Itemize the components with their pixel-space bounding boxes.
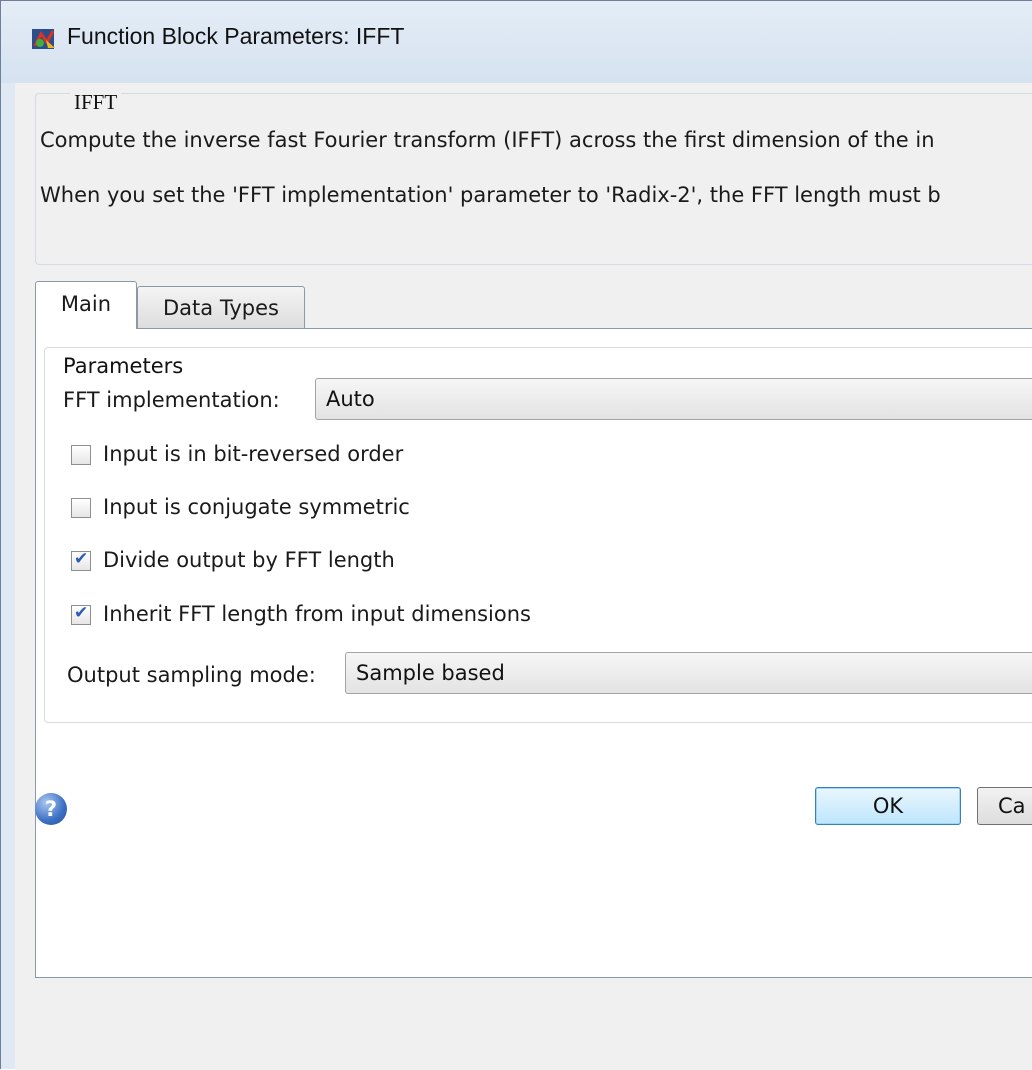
- ok-button[interactable]: OK: [815, 787, 961, 825]
- output-sampling-mode-dropdown[interactable]: Sample based: [345, 652, 1032, 694]
- window-title: Function Block Parameters: IFFT: [67, 23, 405, 49]
- description-line-1: Compute the inverse fast Fourier transfo…: [40, 128, 935, 152]
- main-tab-panel: Parameters FFT implementation: Auto Inpu…: [35, 328, 1032, 978]
- tab-data-types[interactable]: Data Types: [137, 286, 305, 330]
- title-bar[interactable]: Function Block Parameters: IFFT: [1, 1, 1032, 83]
- parameters-group: Parameters FFT implementation: Auto Inpu…: [44, 347, 1032, 723]
- simulink-block-icon: [31, 26, 57, 52]
- fft-implementation-dropdown[interactable]: Auto: [315, 378, 1032, 420]
- description-group-title: IFFT: [70, 90, 122, 115]
- output-sampling-mode-label: Output sampling mode:: [67, 663, 316, 687]
- divide-output-label: Divide output by FFT length: [103, 548, 395, 572]
- fft-implementation-label: FFT implementation:: [63, 388, 280, 412]
- tab-main[interactable]: Main: [35, 281, 137, 329]
- divide-output-checkbox[interactable]: [71, 549, 91, 571]
- dialog-client-area: IFFT Compute the inverse fast Fourier tr…: [15, 83, 1032, 1070]
- inherit-fft-length-label: Inherit FFT length from input dimensions: [103, 602, 531, 626]
- dialog-window: Function Block Parameters: IFFT IFFT Com…: [0, 0, 1032, 1070]
- description-line-2: When you set the 'FFT implementation' pa…: [40, 183, 941, 207]
- conjugate-symmetric-label: Input is conjugate symmetric: [103, 495, 410, 519]
- bit-reversed-order-label: Input is in bit-reversed order: [103, 442, 404, 466]
- conjugate-symmetric-checkbox[interactable]: [71, 498, 91, 518]
- bit-reversed-order-checkbox[interactable]: [71, 445, 91, 465]
- parameters-group-title: Parameters: [59, 354, 188, 378]
- description-group: IFFT Compute the inverse fast Fourier tr…: [35, 90, 1032, 265]
- help-icon[interactable]: ?: [35, 793, 67, 825]
- cancel-button[interactable]: Ca: [977, 787, 1032, 825]
- inherit-fft-length-checkbox[interactable]: [71, 603, 91, 625]
